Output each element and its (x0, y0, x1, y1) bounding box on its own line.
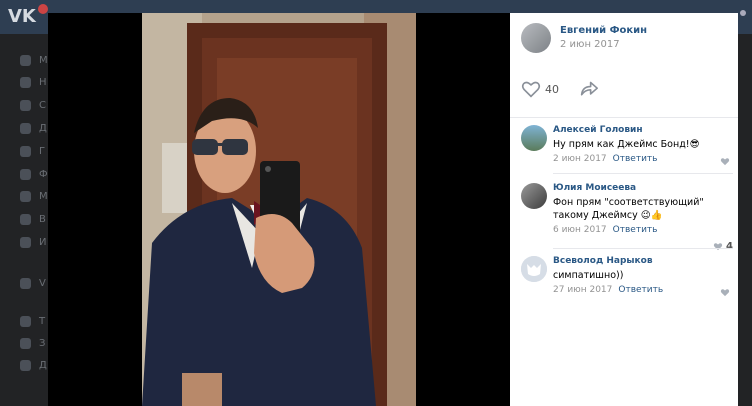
photo[interactable] (142, 13, 416, 406)
comment-like[interactable] (720, 157, 733, 166)
sidebar-label: Т (39, 315, 46, 327)
vk-logo-text: VK (8, 6, 36, 27)
author-meta: Евгений Фокин 2 июн 2017 (560, 24, 647, 52)
sidebar-label: С (39, 99, 46, 111)
sidebar-item[interactable]: М (20, 53, 50, 67)
sidebar-item[interactable]: Ф (20, 167, 50, 181)
comment-avatar[interactable] (521, 183, 547, 209)
vk-logo[interactable]: VK (8, 4, 48, 28)
comment-body: Всеволод Нарыков симпатишно)) 27 июн 201… (553, 256, 733, 296)
sidebar-label: З (39, 337, 46, 349)
comment-text: Ну прям как Джеймс Бонд!😎 (553, 139, 700, 150)
comment-text: симпатишно)) (553, 270, 624, 281)
sidebar-icon (20, 213, 31, 225)
sidebar-item[interactable]: В (20, 212, 50, 226)
sidebar-icon (20, 315, 31, 327)
divider (510, 117, 738, 118)
comment-meta: 2 июн 2017 Ответить (553, 153, 733, 165)
sidebar-icon (20, 122, 31, 134)
photo-info-panel: Евгений Фокин 2 июн 2017 40 Алексей Голо… (510, 13, 738, 406)
comment-body: Юлия Моисеева Фон прям "соответствующий"… (553, 183, 733, 236)
header-dot (740, 10, 746, 16)
comment-avatar[interactable] (521, 256, 547, 282)
comment-date[interactable]: 2 июн 2017 (553, 154, 607, 164)
sidebar-item[interactable]: Н (20, 75, 50, 89)
heart-icon (720, 289, 730, 297)
sidebar-item[interactable]: Г (20, 144, 50, 158)
heart-icon[interactable] (521, 80, 541, 98)
comment-date[interactable]: 27 июн 2017 (553, 285, 612, 295)
sidebar-label: М (39, 54, 48, 66)
heart-icon (720, 158, 730, 166)
sidebar-label: Д (39, 122, 47, 134)
comment-meta: 27 июн 2017 Ответить (553, 284, 733, 296)
notification-dot (38, 4, 48, 14)
comment-like[interactable]: 4 (713, 241, 733, 252)
sidebar-icon (20, 359, 31, 371)
sidebar-label: Д (39, 359, 47, 371)
default-avatar-icon (521, 256, 547, 282)
comment-author[interactable]: Юлия Моисеева (553, 183, 733, 194)
like-count[interactable]: 40 (545, 83, 567, 96)
sidebar-item[interactable]: Д (20, 358, 50, 372)
comment-like[interactable] (720, 288, 733, 297)
sidebar-item[interactable]: С (20, 98, 50, 112)
sidebar-icon (20, 99, 31, 111)
comment-text: Фон прям "соответствующий" такому Джеймс… (553, 197, 704, 221)
sidebar-icon (20, 337, 31, 349)
author-name[interactable]: Евгений Фокин (560, 24, 647, 37)
sidebar-icon (20, 168, 31, 180)
sidebar-icon (20, 76, 31, 88)
sidebar-icon (20, 277, 31, 289)
sidebar-icon (20, 145, 31, 157)
comment-author[interactable]: Алексей Головин (553, 125, 733, 136)
photo-viewer: Евгений Фокин 2 июн 2017 40 Алексей Голо… (48, 13, 738, 406)
post-actions: 40 (521, 80, 599, 98)
comment-separator (553, 248, 733, 249)
comment-like-count: 4 (726, 241, 733, 252)
heart-icon (713, 243, 723, 251)
author-avatar[interactable] (521, 23, 551, 53)
comment-meta: 6 июн 2017 Ответить (553, 224, 733, 236)
comment-separator (553, 173, 733, 174)
sidebar-item[interactable]: З (20, 336, 50, 350)
sidebar-icon (20, 54, 31, 66)
header-right-edge (738, 0, 752, 34)
sidebar-label: Ф (39, 168, 48, 180)
sidebar-label: V (39, 277, 46, 289)
sidebar-item[interactable]: Д (20, 121, 50, 135)
sidebar-item[interactable]: V (20, 276, 50, 290)
sidebar-label: И (39, 236, 47, 248)
comment-date[interactable]: 6 июн 2017 (553, 225, 607, 235)
post-date[interactable]: 2 июн 2017 (560, 38, 647, 52)
author-block: Евгений Фокин 2 июн 2017 (521, 23, 647, 53)
photo-image (142, 13, 416, 406)
reply-link[interactable]: Ответить (613, 225, 658, 235)
page-right-edge (738, 34, 752, 406)
sidebar-label: В (39, 213, 46, 225)
sidebar-label: Г (39, 145, 46, 157)
comment-avatar[interactable] (521, 125, 547, 151)
reply-link[interactable]: Ответить (618, 285, 663, 295)
sidebar-label: М (39, 190, 48, 202)
comment-author[interactable]: Всеволод Нарыков (553, 256, 733, 267)
sidebar-item[interactable]: М (20, 189, 50, 203)
sidebar-label: Н (39, 76, 47, 88)
sidebar-item[interactable]: И (20, 235, 50, 249)
sidebar-item[interactable]: Т (20, 314, 50, 328)
share-icon[interactable] (579, 80, 599, 98)
comment-body: Алексей Головин Ну прям как Джеймс Бонд!… (553, 125, 733, 165)
sidebar-icon (20, 190, 31, 202)
reply-link[interactable]: Ответить (613, 154, 658, 164)
sidebar-icon (20, 236, 31, 248)
